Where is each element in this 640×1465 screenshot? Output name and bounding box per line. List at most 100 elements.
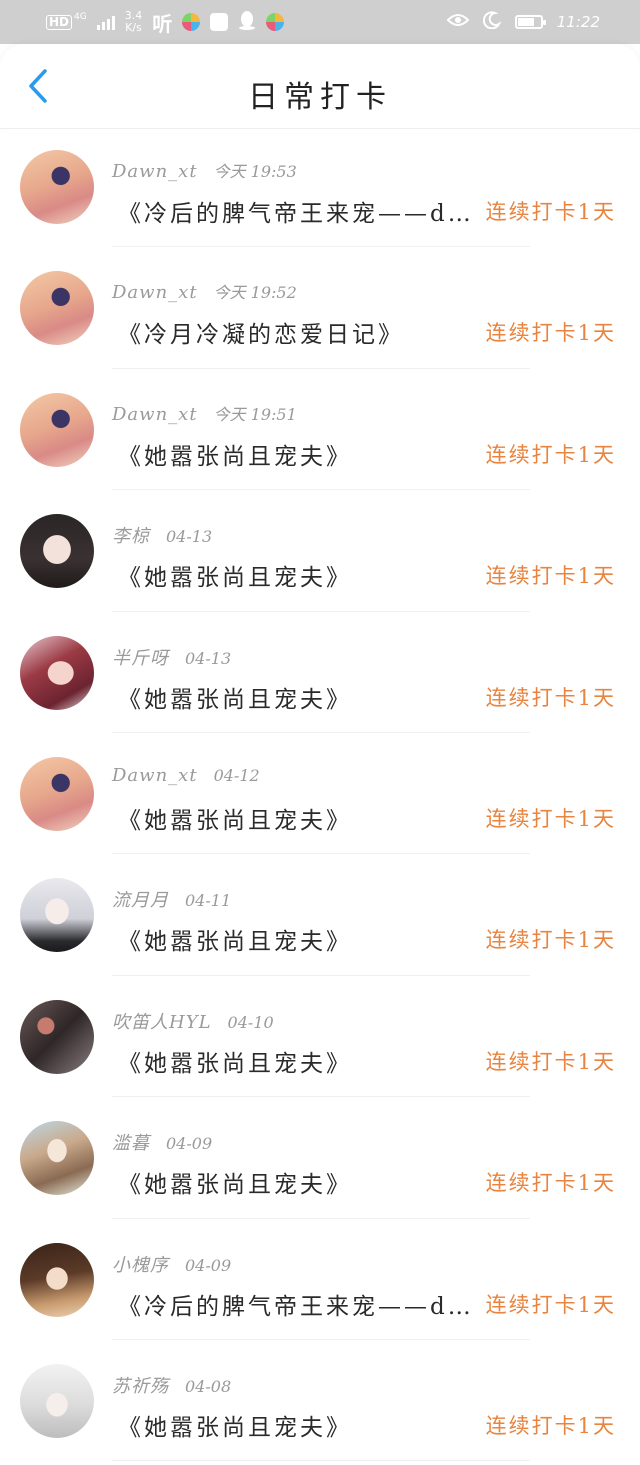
feed-item[interactable]: 流月月 04-11 《她嚣张尚且宠夫》 连续打卡1天 xyxy=(0,858,640,979)
divider xyxy=(112,367,530,369)
book-title[interactable]: 《她嚣张尚且宠夫》 xyxy=(118,680,478,714)
network-gen: 4G xyxy=(74,12,87,22)
divider xyxy=(112,1338,530,1340)
divider xyxy=(112,489,530,491)
user-meta: 小槐序 04-09 xyxy=(112,1251,231,1277)
user-meta: 滥暮 04-09 xyxy=(112,1129,212,1155)
moon-icon xyxy=(482,11,502,33)
battery-icon xyxy=(514,15,546,29)
status-bar-left: HD 4G 3.4 K/s 听 xyxy=(46,0,285,44)
checkin-streak-badge: 连续打卡1天 xyxy=(485,685,616,710)
user-meta: Dawn_xt 今天 19:53 xyxy=(112,158,297,182)
hd-indicator: HD xyxy=(46,14,73,30)
avatar[interactable] xyxy=(20,1242,94,1317)
feed-item[interactable]: 李椋 04-13 《她嚣张尚且宠夫》 连续打卡1天 xyxy=(0,494,640,615)
user-meta: Dawn_xt 今天 19:51 xyxy=(112,401,297,425)
feed-item[interactable]: 苏祈殇 04-08 《她嚣张尚且宠夫》 连续打卡1天 xyxy=(0,1344,640,1465)
user-meta: 半斤呀 04-13 xyxy=(112,644,231,670)
book-title[interactable]: 《冷月冷凝的恋爱日记》 xyxy=(118,315,478,349)
checkin-streak-badge: 连续打卡1天 xyxy=(485,564,616,589)
avatar[interactable] xyxy=(20,150,94,224)
user-name[interactable]: Dawn_xt xyxy=(112,161,198,182)
book-title[interactable]: 《她嚣张尚且宠夫》 xyxy=(118,922,478,956)
user-name[interactable]: 吹笛人HYL xyxy=(112,1012,212,1033)
user-name[interactable]: 小槐序 xyxy=(112,1255,169,1276)
post-time: 04-13 xyxy=(166,527,213,547)
app-header: 日常打卡 xyxy=(0,44,640,129)
status-bar: HD 4G 3.4 K/s 听 11:22 xyxy=(0,0,640,44)
avatar[interactable] xyxy=(20,999,94,1074)
book-title[interactable]: 《她嚣张尚且宠夫》 xyxy=(118,801,478,835)
feed-item[interactable]: 半斤呀 04-13 《她嚣张尚且宠夫》 连续打卡1天 xyxy=(0,616,640,737)
feed-item[interactable]: Dawn_xt 今天 19:53 《冷后的脾气帝王来宠——d… 连续打卡1天 xyxy=(0,130,640,251)
post-time: 04-10 xyxy=(227,1012,274,1032)
book-title[interactable]: 《她嚣张尚且宠夫》 xyxy=(118,558,478,592)
avatar[interactable] xyxy=(20,1121,94,1196)
post-time: 今天 19:52 xyxy=(213,283,297,303)
network-speed-unit: K/s xyxy=(125,21,142,34)
divider xyxy=(112,731,530,733)
clock: 11:22 xyxy=(556,13,600,31)
user-meta: 吹笛人HYL 04-10 xyxy=(112,1008,274,1034)
message-icon xyxy=(210,13,229,31)
ting-app-icon: 听 xyxy=(152,11,173,36)
user-name[interactable]: 流月月 xyxy=(112,890,169,911)
user-name[interactable]: 李椋 xyxy=(112,526,150,547)
post-time: 04-12 xyxy=(213,765,260,785)
post-time: 04-08 xyxy=(185,1376,232,1396)
post-time: 04-09 xyxy=(185,1255,232,1275)
checkin-streak-badge: 连续打卡1天 xyxy=(485,200,616,224)
avatar[interactable] xyxy=(20,756,94,831)
checkin-streak-badge: 连续打卡1天 xyxy=(485,442,616,467)
book-title[interactable]: 《她嚣张尚且宠夫》 xyxy=(118,437,478,471)
divider xyxy=(112,974,530,976)
feed-item[interactable]: Dawn_xt 今天 19:52 《冷月冷凝的恋爱日记》 连续打卡1天 xyxy=(0,251,640,372)
avatar[interactable] xyxy=(20,271,94,346)
page-title: 日常打卡 xyxy=(248,80,392,115)
checkin-feed: Dawn_xt 今天 19:53 《冷后的脾气帝王来宠——d… 连续打卡1天 Dawn_… xyxy=(0,130,640,1465)
post-time: 04-13 xyxy=(185,648,232,668)
app-notification-icon xyxy=(182,13,201,31)
divider xyxy=(112,246,530,248)
book-title[interactable]: 《她嚣张尚且宠夫》 xyxy=(118,1165,478,1199)
divider xyxy=(112,853,530,855)
feed-item[interactable]: 吹笛人HYL 04-10 《她嚣张尚且宠夫》 连续打卡1天 xyxy=(0,980,640,1101)
eye-icon xyxy=(446,12,470,32)
battery-fill xyxy=(517,18,535,26)
avatar[interactable] xyxy=(20,1363,94,1438)
qq-icon xyxy=(238,10,256,34)
user-name[interactable]: 苏祈殇 xyxy=(112,1376,169,1397)
book-title[interactable]: 《冷后的脾气帝王来宠——d… xyxy=(118,194,478,228)
avatar[interactable] xyxy=(20,514,94,589)
feed-item[interactable]: Dawn_xt 04-12 《她嚣张尚且宠夫》 连续打卡1天 xyxy=(0,737,640,858)
post-time: 今天 19:53 xyxy=(213,162,297,181)
checkin-streak-badge: 连续打卡1天 xyxy=(485,321,616,346)
avatar[interactable] xyxy=(20,635,94,710)
avatar[interactable] xyxy=(20,878,94,953)
book-title[interactable]: 《她嚣张尚且宠夫》 xyxy=(118,1044,478,1078)
status-bar-right: 11:22 xyxy=(446,0,600,44)
book-title[interactable]: 《她嚣张尚且宠夫》 xyxy=(118,1408,478,1442)
feed-item[interactable]: Dawn_xt 今天 19:51 《她嚣张尚且宠夫》 连续打卡1天 xyxy=(0,373,640,494)
divider xyxy=(112,1217,530,1219)
post-time: 04-09 xyxy=(166,1134,213,1154)
user-name[interactable]: Dawn_xt xyxy=(112,282,198,303)
user-name[interactable]: Dawn_xt xyxy=(112,404,198,425)
app-notification-icon-2 xyxy=(266,13,285,31)
checkin-streak-badge: 连续打卡1天 xyxy=(485,1171,616,1196)
checkin-streak-badge: 连续打卡1天 xyxy=(485,806,616,831)
signal-icon xyxy=(96,14,115,30)
user-meta: Dawn_xt 04-12 xyxy=(112,765,260,786)
user-meta: 苏祈殇 04-08 xyxy=(112,1372,231,1398)
divider xyxy=(112,1096,530,1098)
feed-item[interactable]: 小槐序 04-09 《冷后的脾气帝王来宠——d… 连续打卡1天 xyxy=(0,1223,640,1344)
user-name[interactable]: 滥暮 xyxy=(112,1133,150,1154)
avatar[interactable] xyxy=(20,392,94,467)
user-name[interactable]: 半斤呀 xyxy=(112,648,169,669)
feed-item[interactable]: 滥暮 04-09 《她嚣张尚且宠夫》 连续打卡1天 xyxy=(0,1101,640,1222)
user-name[interactable]: Dawn_xt xyxy=(112,765,198,786)
checkin-streak-badge: 连续打卡1天 xyxy=(485,1049,616,1074)
divider xyxy=(112,610,530,612)
book-title[interactable]: 《冷后的脾气帝王来宠——d… xyxy=(118,1287,478,1321)
user-meta: Dawn_xt 今天 19:52 xyxy=(112,279,297,303)
